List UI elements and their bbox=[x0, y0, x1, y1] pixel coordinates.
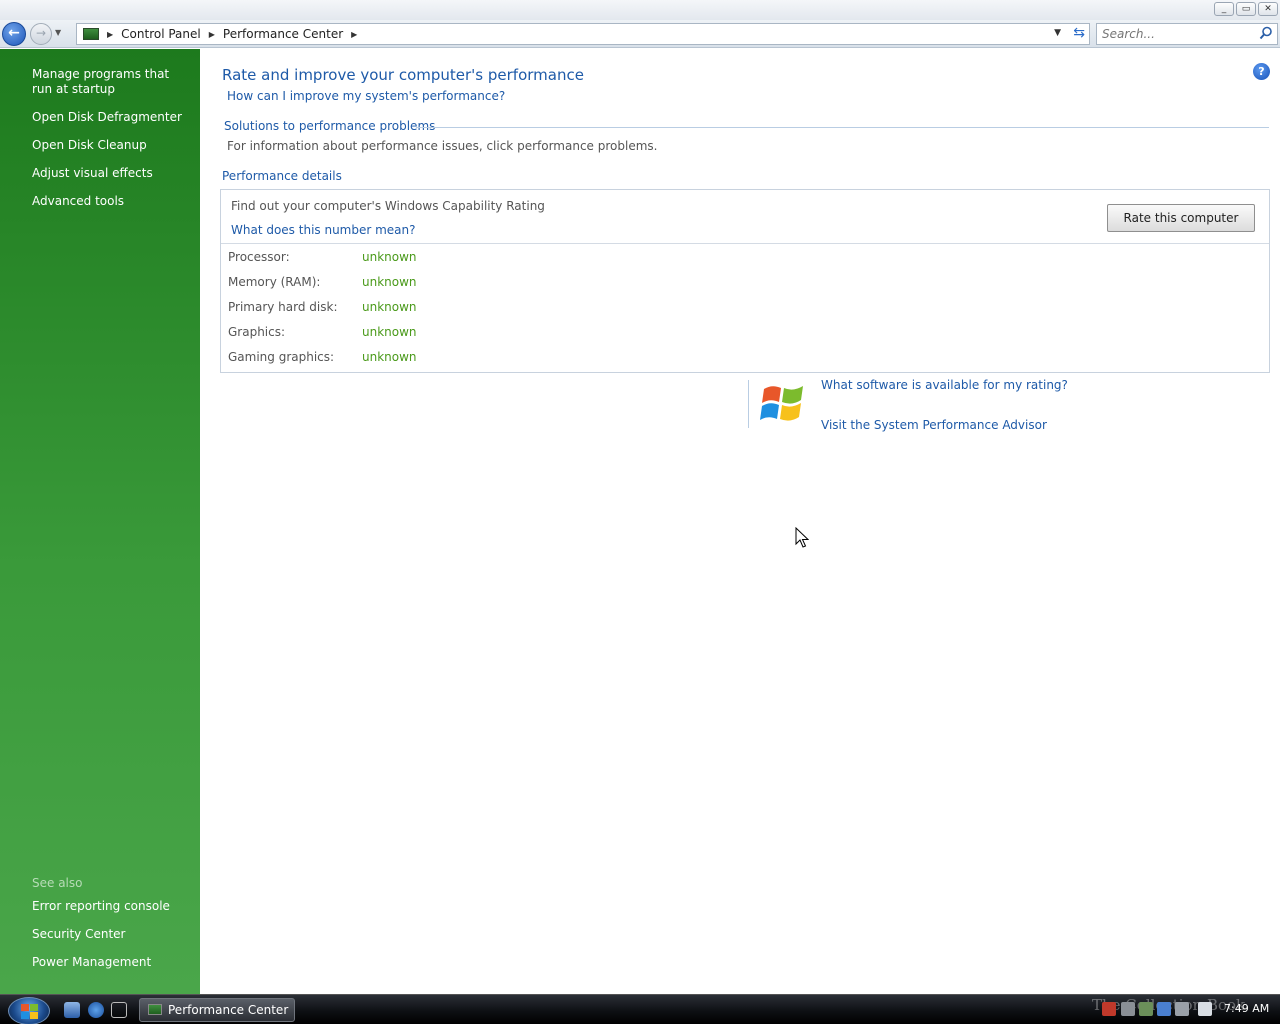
info-divider bbox=[748, 380, 749, 428]
control-panel-icon bbox=[83, 28, 99, 40]
address-dropdown-icon[interactable]: ▼ bbox=[1054, 28, 1061, 38]
maximize-button[interactable]: ▭ bbox=[1236, 2, 1256, 16]
rating-row-primary-hard-disk: Primary hard disk: unknown bbox=[228, 300, 417, 314]
see-also-security-center[interactable]: Security Center bbox=[32, 927, 192, 942]
quick-launch-switch-windows-icon[interactable] bbox=[111, 1002, 127, 1018]
mouse-cursor-icon bbox=[795, 527, 809, 548]
rating-value: unknown bbox=[362, 300, 417, 314]
rating-value: unknown bbox=[362, 250, 417, 264]
task-open-disk-defragmenter[interactable]: Open Disk Defragmenter bbox=[32, 110, 192, 125]
rating-label: Processor: bbox=[228, 250, 290, 264]
windows-flag-icon bbox=[760, 386, 803, 421]
tray-security-icon[interactable] bbox=[1102, 1002, 1116, 1016]
back-button[interactable]: ← bbox=[2, 22, 26, 46]
address-bar[interactable]: ▶ Control Panel ▶ Performance Center ▶ ▼… bbox=[76, 23, 1090, 45]
rating-value: unknown bbox=[362, 275, 417, 289]
see-also-power-management[interactable]: Power Management bbox=[32, 955, 192, 970]
quick-launch-internet-explorer-icon[interactable] bbox=[88, 1002, 104, 1018]
search-box[interactable] bbox=[1096, 23, 1278, 45]
rating-label: Gaming graphics: bbox=[228, 350, 335, 364]
chevron-right-icon[interactable]: ▶ bbox=[351, 30, 357, 39]
close-button[interactable]: ✕ bbox=[1258, 2, 1278, 16]
solutions-text: For information about performance issues… bbox=[227, 139, 658, 153]
rating-label: Graphics: bbox=[228, 325, 286, 339]
chevron-right-icon[interactable]: ▶ bbox=[209, 30, 215, 39]
chevron-right-icon[interactable]: ▶ bbox=[107, 30, 113, 39]
recent-pages-dropdown[interactable]: ▼ bbox=[55, 28, 61, 37]
performance-details-heading: Performance details bbox=[222, 169, 342, 183]
windows-logo-icon bbox=[21, 1004, 38, 1019]
minimize-button[interactable]: _ bbox=[1214, 2, 1234, 16]
help-icon[interactable]: ? bbox=[1253, 63, 1270, 80]
control-panel-icon bbox=[148, 1004, 162, 1015]
solutions-divider bbox=[416, 127, 1269, 128]
navigation-bar: ← → ▼ ▶ Control Panel ▶ Performance Cent… bbox=[0, 20, 1280, 48]
forward-button[interactable]: → bbox=[30, 23, 52, 45]
taskbar: Performance Center bbox=[0, 994, 1280, 1024]
tray-volume-icon[interactable] bbox=[1175, 1002, 1189, 1016]
system-performance-advisor-link[interactable]: Visit the System Performance Advisor bbox=[821, 418, 1047, 432]
rating-value: unknown bbox=[362, 325, 417, 339]
rating-label: Primary hard disk: bbox=[228, 300, 338, 314]
improve-performance-link[interactable]: How can I improve my system's performanc… bbox=[227, 89, 505, 103]
see-also-error-reporting-console[interactable]: Error reporting console bbox=[32, 899, 192, 914]
capability-rating-text: Find out your computer's Windows Capabil… bbox=[231, 199, 545, 213]
breadcrumb-control-panel[interactable]: Control Panel bbox=[121, 27, 201, 41]
breadcrumb-performance-center[interactable]: Performance Center bbox=[223, 27, 343, 41]
tray-update-icon[interactable] bbox=[1139, 1002, 1153, 1016]
refresh-icon[interactable]: ⇆ bbox=[1073, 25, 1085, 41]
start-button[interactable] bbox=[8, 997, 50, 1024]
what-does-number-mean-link[interactable]: What does this number mean? bbox=[231, 223, 416, 237]
taskbar-button-label: Performance Center bbox=[168, 1003, 289, 1017]
software-for-rating-link[interactable]: What software is available for my rating… bbox=[821, 378, 1068, 392]
rating-row-memory: Memory (RAM): unknown bbox=[228, 275, 417, 289]
clock[interactable]: 7:49 AM bbox=[1224, 1002, 1269, 1015]
taskbar-button-performance-center[interactable]: Performance Center bbox=[139, 998, 295, 1022]
performance-details-panel: Find out your computer's Windows Capabil… bbox=[220, 189, 1270, 373]
task-manage-startup-programs[interactable]: Manage programs that run at startup bbox=[32, 67, 192, 97]
see-also-heading: See also bbox=[32, 876, 83, 890]
quick-launch-mail-icon[interactable] bbox=[64, 1002, 80, 1018]
tray-lock-icon[interactable] bbox=[1157, 1002, 1171, 1016]
caption-buttons: _ ▭ ✕ bbox=[1214, 2, 1278, 16]
rating-row-graphics: Graphics: unknown bbox=[228, 325, 417, 339]
rating-row-processor: Processor: unknown bbox=[228, 250, 417, 264]
page-title: Rate and improve your computer's perform… bbox=[222, 66, 584, 84]
task-advanced-tools[interactable]: Advanced tools bbox=[32, 194, 192, 209]
tray-network-icon[interactable] bbox=[1121, 1002, 1135, 1016]
rating-value: unknown bbox=[362, 350, 417, 364]
rating-row-gaming-graphics: Gaming graphics: unknown bbox=[228, 350, 417, 364]
task-open-disk-cleanup[interactable]: Open Disk Cleanup bbox=[32, 138, 192, 153]
task-pane: Manage programs that run at startup Open… bbox=[0, 49, 200, 994]
rating-label: Memory (RAM): bbox=[228, 275, 321, 289]
title-bar: _ ▭ ✕ bbox=[0, 0, 1280, 20]
search-input[interactable] bbox=[1102, 24, 1252, 44]
rate-this-computer-button[interactable]: Rate this computer bbox=[1107, 204, 1255, 232]
task-adjust-visual-effects[interactable]: Adjust visual effects bbox=[32, 166, 192, 181]
solutions-heading: Solutions to performance problems bbox=[224, 119, 436, 133]
search-icon[interactable] bbox=[1259, 26, 1273, 40]
capability-rating-header: Find out your computer's Windows Capabil… bbox=[221, 190, 1269, 244]
tray-display-icon[interactable] bbox=[1198, 1002, 1212, 1016]
